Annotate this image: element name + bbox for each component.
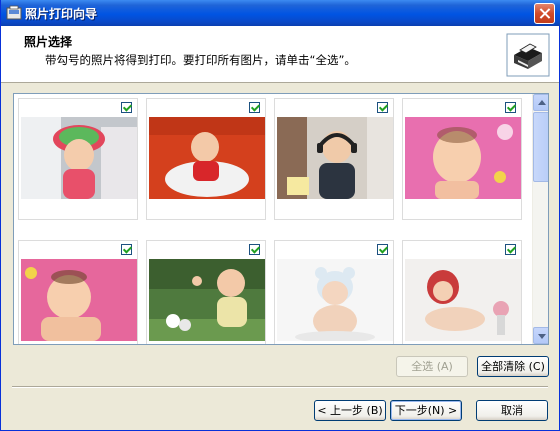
- next-suffix: >: [448, 404, 458, 417]
- back-button[interactable]: < 上一步 (B): [314, 400, 386, 421]
- photo-image: [149, 117, 265, 199]
- photo-thumbnail-5[interactable]: [18, 240, 138, 344]
- next-label: 下一步: [394, 404, 428, 417]
- clear-all-label: 全部清除: [481, 360, 526, 373]
- photo-thumbnail-7[interactable]: [274, 240, 394, 344]
- next-accelerator: (N): [427, 404, 445, 417]
- wizard-app-icon: [6, 5, 22, 20]
- clear-all-button[interactable]: 全部清除 (C): [477, 356, 549, 377]
- photo-checkbox-8[interactable]: [505, 244, 516, 255]
- photo-checkbox-6[interactable]: [249, 244, 260, 255]
- photo-thumbnail-3[interactable]: [274, 98, 394, 220]
- photo-image: [149, 259, 265, 341]
- photo-checkbox-1[interactable]: [121, 102, 132, 113]
- scroll-down-arrow-icon[interactable]: [533, 327, 548, 344]
- photo-thumbnail-4[interactable]: [402, 98, 522, 220]
- vertical-scrollbar[interactable]: [532, 94, 548, 344]
- clear-all-accelerator: (C): [528, 360, 545, 373]
- page-instructions: 带勾号的照片将得到打印。要打印所有图片，请单击“全选”。: [45, 53, 356, 67]
- cancel-button[interactable]: 取消: [476, 400, 548, 421]
- title-bar[interactable]: 照片打印向导: [1, 0, 560, 26]
- photo-image: [277, 259, 393, 341]
- printer-icon: [506, 33, 550, 77]
- photo-image: [21, 259, 137, 341]
- scroll-up-arrow-icon[interactable]: [533, 94, 548, 111]
- photo-print-wizard-window: 照片打印向导 照片选择 带勾号的照片将得到打印。要打印所有图片，请单击“全选”。: [0, 0, 560, 431]
- select-all-accelerator: (A): [436, 360, 453, 373]
- photo-thumbnail-6[interactable]: [146, 240, 266, 344]
- photo-checkbox-2[interactable]: [249, 102, 260, 113]
- footer-divider: [12, 386, 548, 388]
- select-all-button[interactable]: 全选 (A): [396, 356, 468, 377]
- photo-image: [21, 117, 137, 199]
- photo-image: [405, 117, 521, 199]
- back-label: < 上一步: [317, 404, 364, 417]
- page-title: 照片选择: [24, 35, 73, 49]
- window-title: 照片打印向导: [25, 7, 98, 21]
- cancel-label: 取消: [501, 404, 523, 417]
- photo-thumbnail-list[interactable]: [13, 93, 549, 345]
- next-button[interactable]: 下一步(N) >: [390, 400, 462, 421]
- photo-thumbnail-1[interactable]: [18, 98, 138, 220]
- photo-thumbnail-2[interactable]: [146, 98, 266, 220]
- photo-checkbox-3[interactable]: [377, 102, 388, 113]
- photo-image: [405, 259, 521, 341]
- photo-thumbnail-8[interactable]: [402, 240, 522, 344]
- photo-checkbox-5[interactable]: [121, 244, 132, 255]
- photo-checkbox-4[interactable]: [505, 102, 516, 113]
- scrollbar-thumb[interactable]: [533, 112, 548, 182]
- photo-image: [277, 117, 393, 199]
- wizard-header: 照片选择 带勾号的照片将得到打印。要打印所有图片，请单击“全选”。: [1, 26, 559, 83]
- select-all-label: 全选: [411, 360, 434, 373]
- photo-checkbox-7[interactable]: [377, 244, 388, 255]
- back-accelerator: (B): [366, 404, 383, 417]
- close-button[interactable]: [534, 3, 555, 24]
